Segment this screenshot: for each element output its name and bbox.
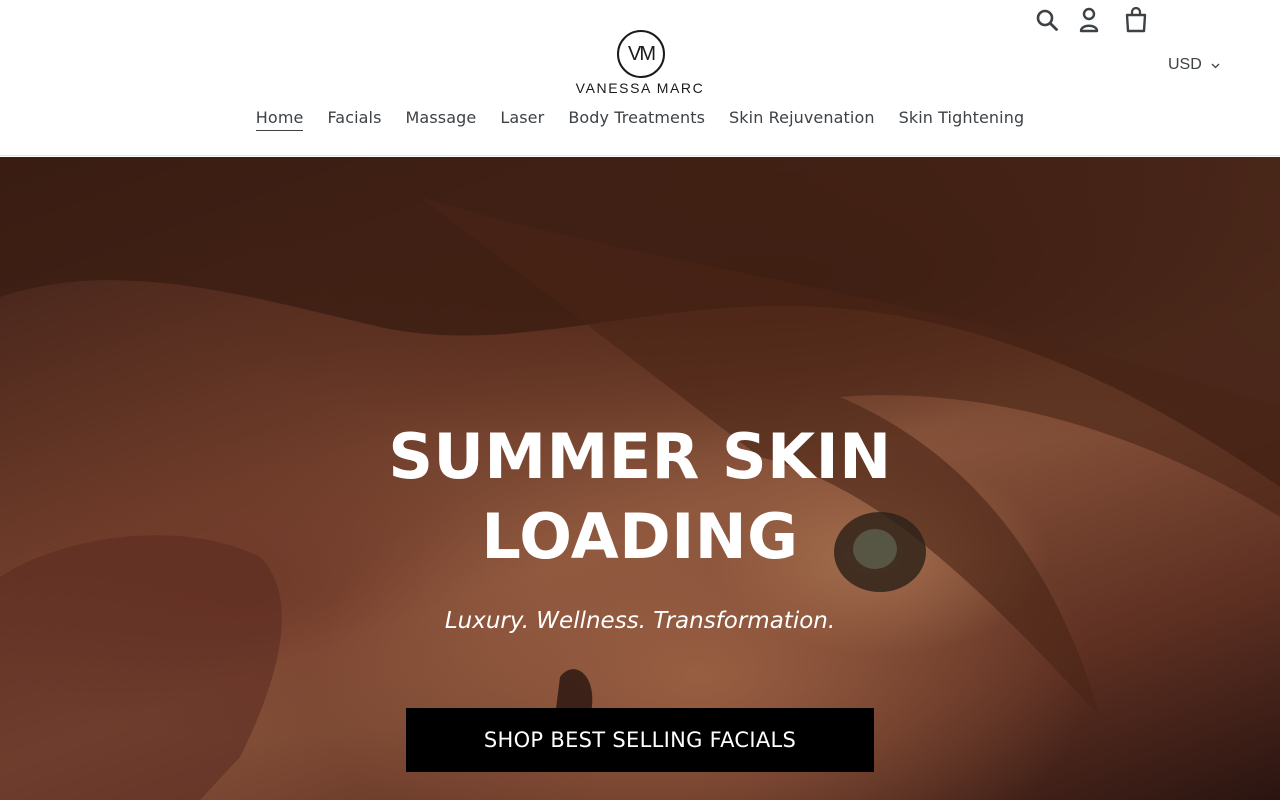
chevron-down-icon — [1211, 63, 1220, 69]
nav-item-label: Massage — [405, 108, 477, 127]
hero-content: SUMMER SKIN LOADING Luxury. Wellness. Tr… — [0, 157, 1280, 800]
nav-item-label: Home — [255, 106, 304, 131]
hero-title-line1: SUMMER SKIN — [388, 420, 892, 493]
nav-item-label: Facials — [327, 108, 382, 127]
currency-value: USD — [1168, 56, 1202, 73]
nav-item-label: Body Treatments — [568, 108, 706, 127]
site-header: VM VANESSA MARC USD Home Facials Massage… — [0, 0, 1280, 156]
nav-item-skin-rejuvenation[interactable]: Skin Rejuvenation — [717, 104, 887, 134]
search-icon — [1036, 9, 1058, 31]
shop-facials-button[interactable]: SHOP BEST SELLING FACIALS — [406, 708, 874, 772]
nav-item-label: Skin Tightening — [898, 108, 1025, 127]
nav-item-massage[interactable]: Massage — [394, 104, 489, 134]
logo-monogram: VM — [628, 43, 656, 65]
hero-title: SUMMER SKIN LOADING — [340, 417, 940, 577]
account-button[interactable] — [1069, 0, 1109, 40]
brand-logo[interactable]: VM VANESSA MARC — [560, 30, 720, 98]
nav-item-home[interactable]: Home — [244, 104, 316, 134]
account-icon — [1079, 7, 1099, 33]
hero-title-line2: LOADING — [481, 500, 799, 573]
logo-wordmark: VANESSA MARC — [575, 80, 705, 96]
cart-icon — [1125, 7, 1147, 33]
cart-button[interactable] — [1116, 0, 1156, 40]
nav-item-label: Skin Rejuvenation — [729, 108, 875, 127]
logo-monogram-circle: VM — [617, 30, 665, 78]
nav-item-body-treatments[interactable]: Body Treatments — [556, 104, 717, 134]
search-button[interactable] — [1027, 0, 1067, 40]
nav-item-facials[interactable]: Facials — [315, 104, 393, 134]
main-nav: Home Facials Massage Laser Body Treatmen… — [0, 104, 1280, 134]
hero-subtitle: Luxury. Wellness. Transformation. — [444, 608, 836, 634]
currency-selector[interactable]: USD — [1168, 52, 1228, 78]
nav-item-label: Laser — [500, 108, 545, 127]
hero-banner: SUMMER SKIN LOADING Luxury. Wellness. Tr… — [0, 157, 1280, 800]
nav-item-laser[interactable]: Laser — [488, 104, 556, 134]
nav-item-skin-tightening[interactable]: Skin Tightening — [887, 104, 1037, 134]
